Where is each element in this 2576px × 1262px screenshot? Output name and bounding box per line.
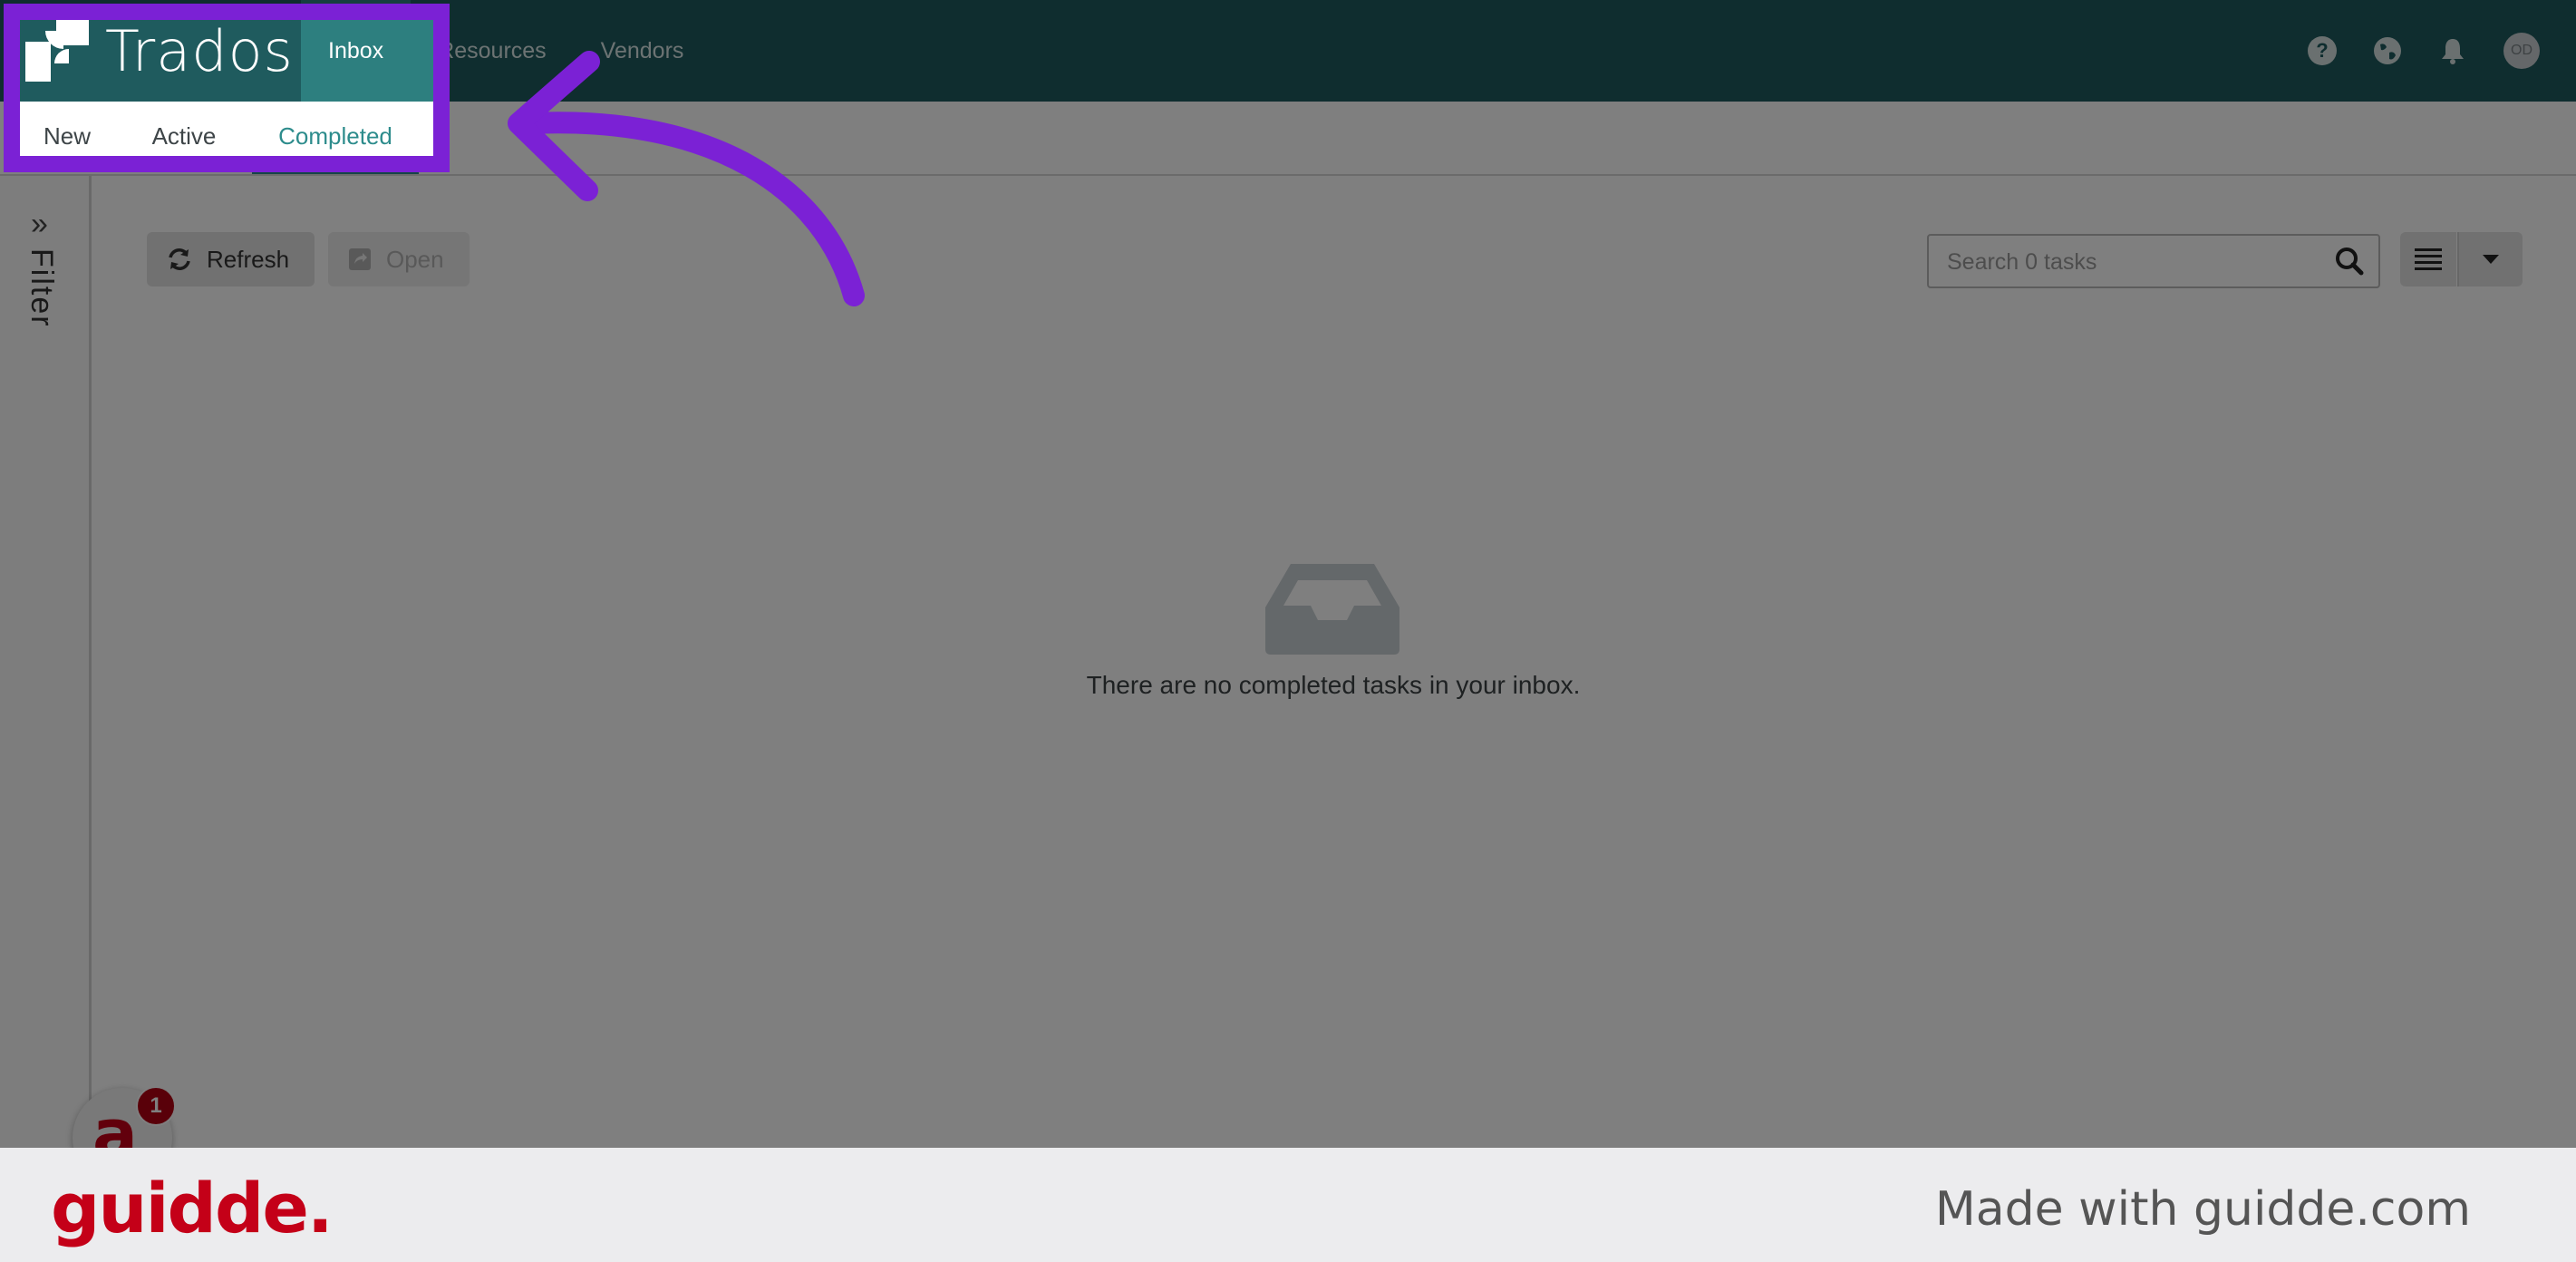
empty-state-message: There are no completed tasks in your inb…: [1086, 671, 1581, 699]
search-icon[interactable]: [2335, 247, 2364, 276]
open-button[interactable]: Open: [328, 232, 470, 286]
user-avatar[interactable]: OD: [2503, 33, 2540, 69]
highlighted-region: Trados Inbox Resources New Active Comple…: [20, 20, 446, 169]
highlight-nav-item-inbox[interactable]: Inbox: [301, 20, 412, 102]
notifications-bell-icon[interactable]: [2438, 36, 2467, 65]
globe-icon[interactable]: [2373, 36, 2402, 65]
highlight-nav-item-resources[interactable]: Resources: [411, 20, 446, 102]
made-with-guidde[interactable]: Made with guidde.com: [1935, 1182, 2471, 1237]
expand-filter-icon[interactable]: »: [31, 207, 48, 242]
highlight-topbar: Trados Inbox Resources: [20, 20, 446, 102]
top-right-actions: ? OD: [2308, 0, 2540, 102]
filter-label[interactable]: Filter: [24, 248, 59, 328]
guidde-letter-logo: a: [92, 1095, 138, 1148]
highlight-trados-logo[interactable]: Trados: [25, 20, 294, 84]
list-view-icon: [2415, 248, 2442, 270]
app-window: Trados Inbox Resources Vendors ? OD New …: [0, 0, 2576, 1148]
guidde-logo[interactable]: guidde.: [51, 1168, 334, 1248]
highlight-subnav: New Active Completed: [20, 102, 446, 169]
highlight-trados-logo-icon: [25, 20, 89, 82]
refresh-button[interactable]: Refresh: [147, 232, 315, 286]
empty-inbox-icon: [1265, 564, 1399, 655]
highlight-main-nav: Inbox Resources: [301, 20, 446, 102]
highlight-subtab-new[interactable]: New: [20, 102, 114, 169]
open-external-icon: [349, 248, 371, 270]
filter-sidebar[interactable]: » Filter: [0, 176, 92, 1148]
caret-down-icon: [2483, 255, 2499, 264]
list-view-button[interactable]: [2400, 232, 2456, 286]
view-options-dropdown[interactable]: [2457, 232, 2523, 286]
open-label: Open: [386, 245, 444, 273]
refresh-label: Refresh: [207, 245, 290, 273]
nav-item-vendors[interactable]: Vendors: [574, 0, 712, 102]
highlight-brand-name: Trados: [105, 20, 294, 84]
guidde-footer: guidde. Made with guidde.com: [0, 1148, 2576, 1262]
highlight-subtab-active[interactable]: Active: [116, 102, 252, 169]
search-input[interactable]: [1945, 247, 2311, 277]
highlight-subtab-completed[interactable]: Completed: [252, 102, 419, 169]
help-icon[interactable]: ?: [2308, 36, 2337, 65]
refresh-icon: [169, 248, 190, 270]
notification-badge: 1: [136, 1086, 176, 1126]
search-tasks-field[interactable]: [1927, 234, 2380, 288]
